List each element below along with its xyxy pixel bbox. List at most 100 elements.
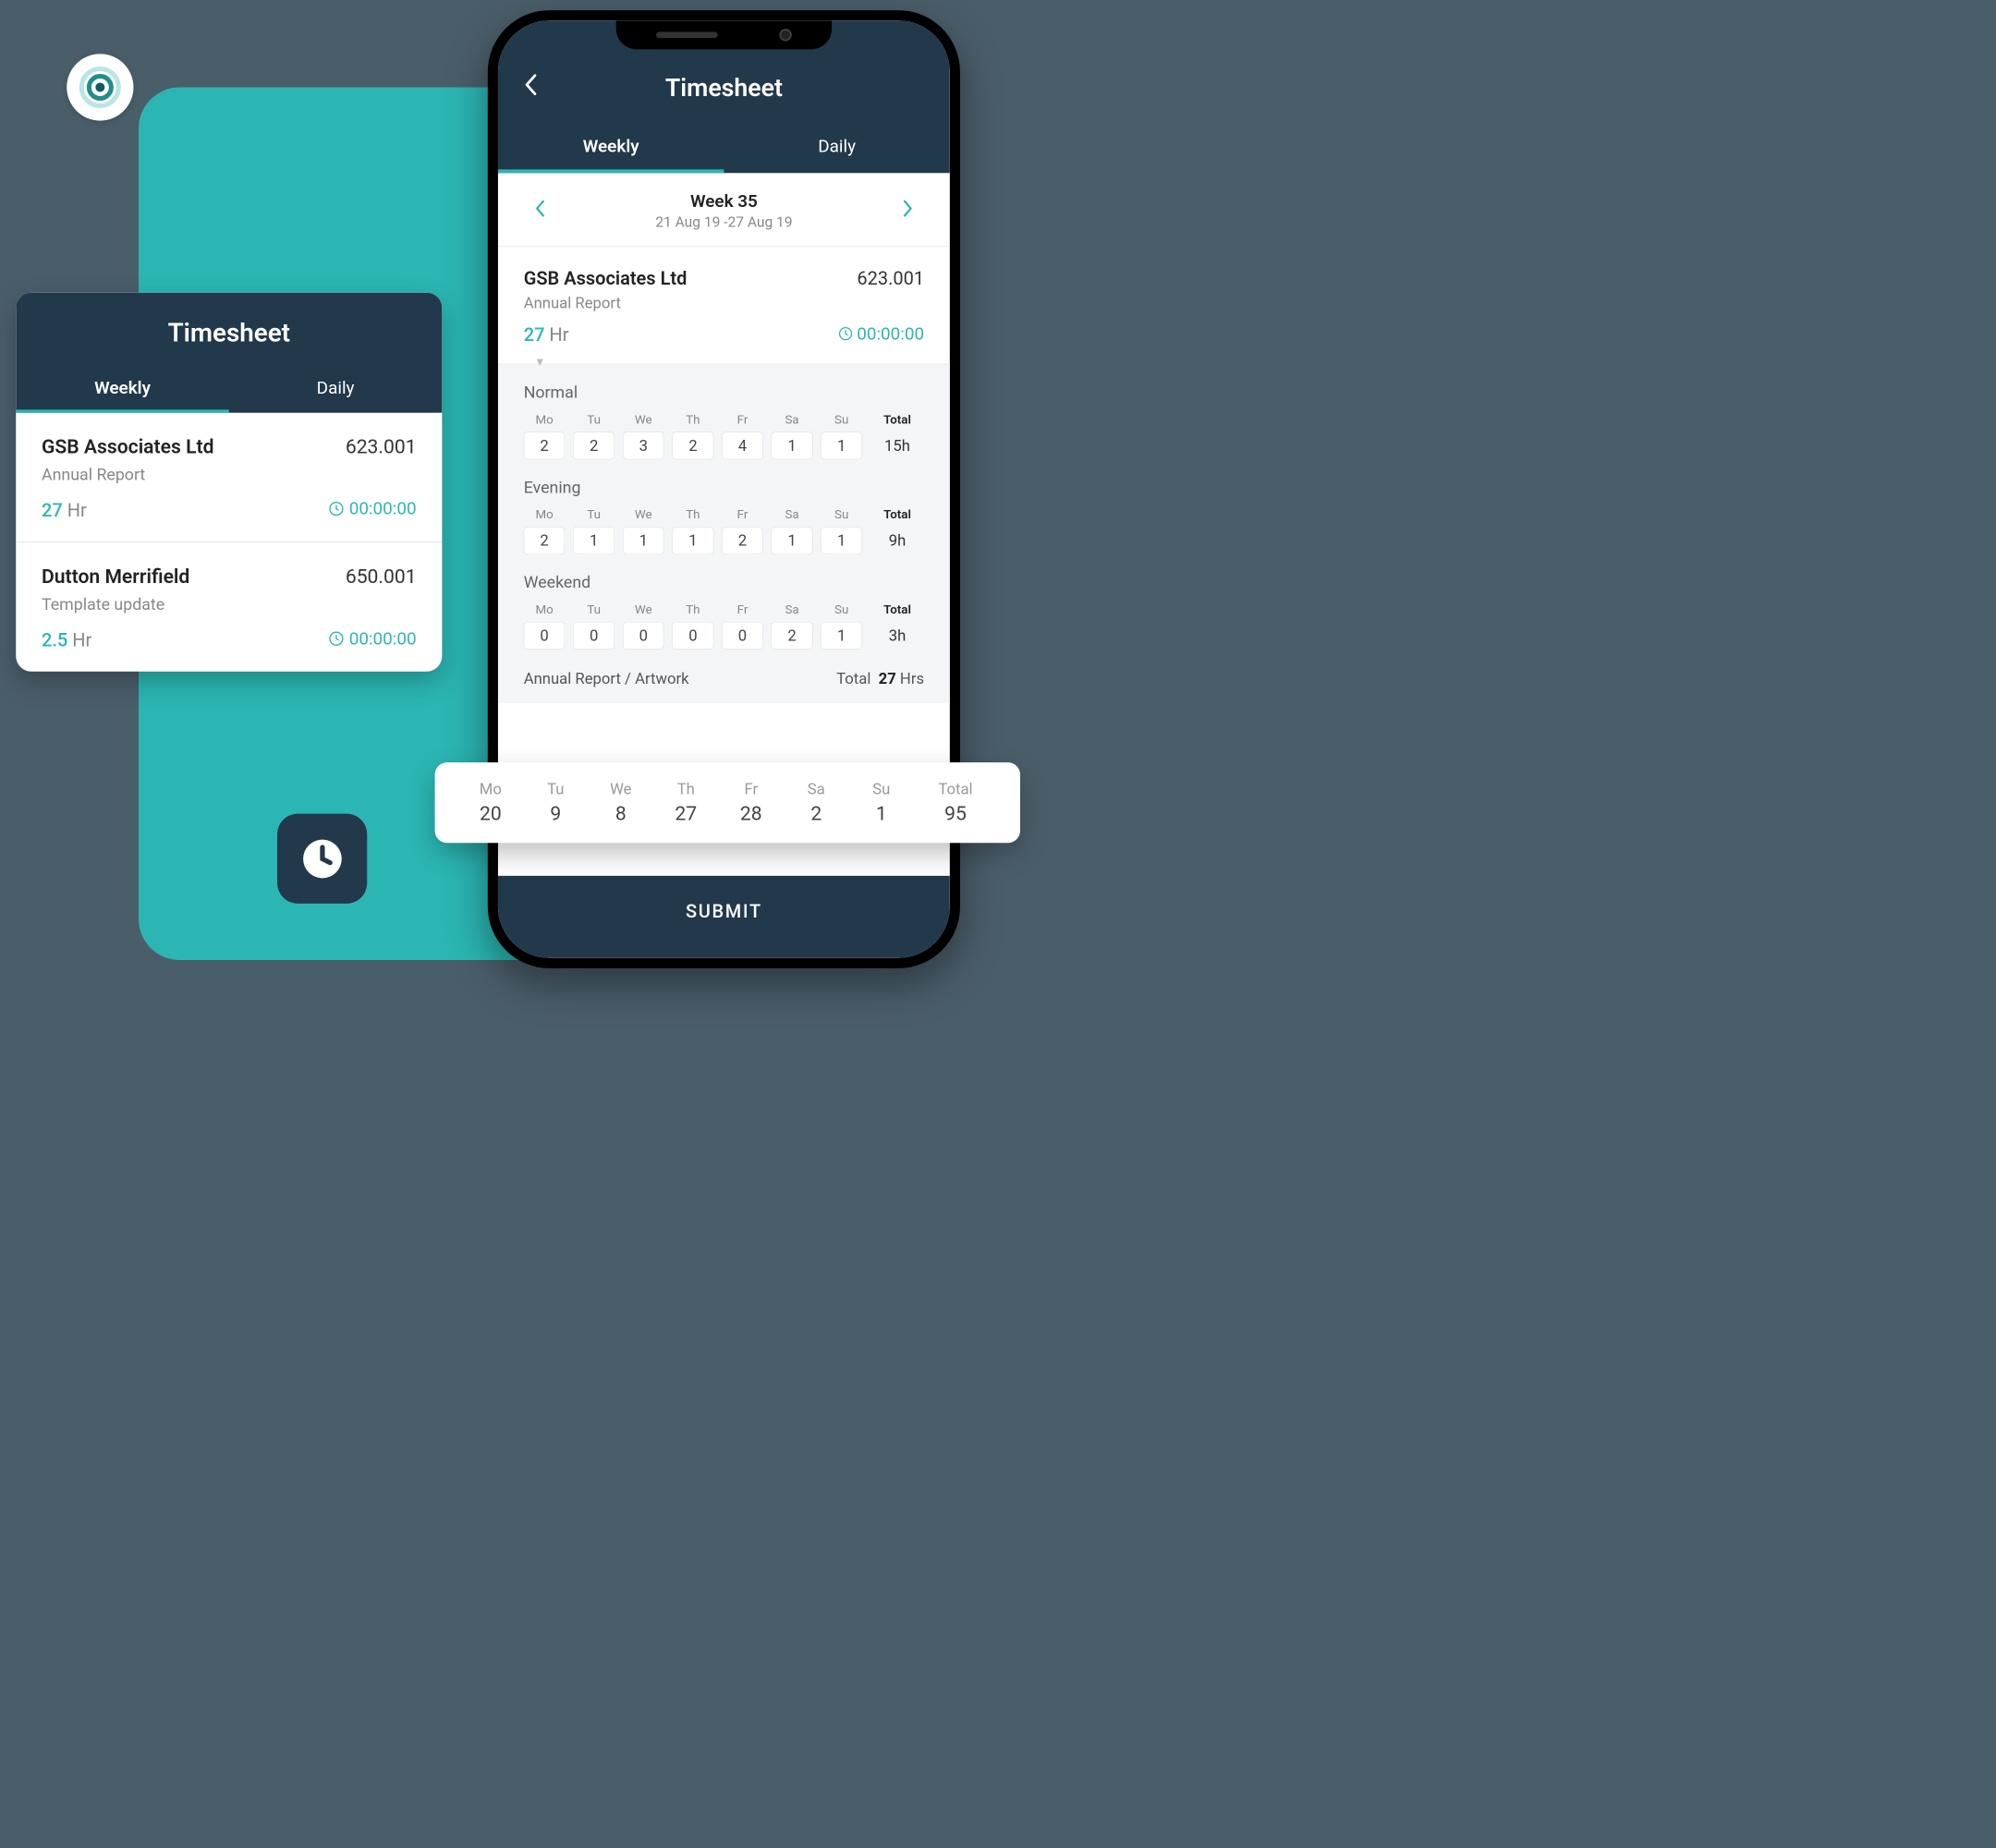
- hours-input[interactable]: 1: [772, 432, 813, 459]
- entry-description: Template update: [42, 594, 417, 614]
- hours-input[interactable]: 3: [623, 432, 664, 459]
- day-column: Mo 2: [524, 507, 566, 554]
- entry-timer[interactable]: 00:00:00: [838, 323, 924, 344]
- summary-day-column: Fr28: [721, 781, 781, 825]
- total-label: Total: [917, 781, 994, 798]
- day-abbr: Fr: [721, 781, 781, 798]
- hours-input[interactable]: 2: [673, 432, 714, 459]
- timesheet-card-tabs: Weekly Daily: [16, 369, 442, 413]
- entry-timer[interactable]: 00:00:00: [329, 498, 417, 518]
- day-abbr: Mo: [524, 507, 566, 522]
- day-column: We0: [623, 602, 664, 650]
- camera-icon: [779, 29, 791, 41]
- hours-input[interactable]: 2: [772, 622, 813, 650]
- entry-code: 650.001: [346, 565, 417, 588]
- entry-hours: 27 Hr: [524, 324, 569, 346]
- hours-input[interactable]: 0: [722, 622, 763, 650]
- day-column: Sa 1: [772, 507, 813, 554]
- entry-hours: 2.5 Hr: [42, 629, 91, 650]
- day-abbr: Th: [673, 507, 714, 522]
- hours-input[interactable]: 0: [524, 622, 566, 650]
- next-week-button[interactable]: [903, 199, 914, 223]
- clock-icon: [299, 835, 346, 881]
- submit-button[interactable]: SUBMIT: [498, 876, 950, 958]
- total-label: Total: [870, 507, 924, 522]
- summary-day-column: Tu9: [526, 781, 586, 825]
- timesheet-entry[interactable]: Dutton Merrifield 650.001 Template updat…: [16, 542, 442, 671]
- day-abbr: We: [590, 781, 651, 798]
- tab-weekly[interactable]: Weekly: [498, 123, 724, 173]
- day-abbr: Tu: [526, 781, 586, 798]
- day-column: Tu 1: [573, 507, 615, 554]
- hours-sections: NormalMo2Tu2We3Th2Fr4Sa1Su1Total15hEveni…: [498, 364, 950, 703]
- day-column: Tu 0: [573, 602, 615, 650]
- hours-input[interactable]: 1: [821, 432, 862, 459]
- week-nav: Week 35 21 Aug 19 -27 Aug 19: [498, 173, 950, 247]
- hours-input[interactable]: 1: [673, 527, 714, 554]
- hours-input[interactable]: 2: [573, 432, 615, 459]
- day-column: Fr4: [722, 412, 763, 459]
- summary-day-column: Su1: [851, 781, 911, 825]
- week-label: Week 35: [655, 191, 792, 212]
- total-value: 9h: [870, 527, 924, 554]
- hours-input[interactable]: 1: [573, 527, 615, 554]
- hours-input[interactable]: 0: [573, 622, 615, 650]
- timesheet-entry[interactable]: GSB Associates Ltd 623.001 Annual Report…: [16, 413, 442, 543]
- total-label: Total: [870, 602, 924, 617]
- day-column: Sa2: [772, 602, 813, 650]
- section-label: Weekend: [524, 572, 924, 591]
- day-abbr: We: [623, 412, 664, 427]
- clock-icon: [838, 326, 853, 341]
- total-column: Total 9h: [870, 507, 924, 554]
- entry-code: 623.001: [857, 267, 924, 288]
- hours-input[interactable]: 0: [623, 622, 664, 650]
- day-abbr: Su: [821, 507, 862, 522]
- day-column: Tu2: [573, 412, 615, 459]
- chevron-down-icon: ▾: [537, 354, 543, 370]
- day-column: We 3: [623, 412, 664, 459]
- summary-day-column: Sa2: [786, 781, 846, 825]
- entry-timer[interactable]: 00:00:00: [329, 628, 417, 649]
- day-abbr: Sa: [772, 507, 813, 522]
- entry-code: 623.001: [346, 436, 417, 458]
- day-abbr: Th: [673, 602, 714, 617]
- day-abbr: Tu: [573, 507, 615, 522]
- summary-value: 20: [460, 802, 520, 824]
- day-abbr: Mo: [524, 602, 566, 617]
- day-column: Su1: [821, 602, 862, 650]
- total-value: 15h: [870, 432, 924, 459]
- timesheet-card: Timesheet Weekly Daily GSB Associates Lt…: [16, 293, 442, 672]
- back-button[interactable]: [524, 73, 539, 103]
- day-abbr: Fr: [722, 602, 763, 617]
- hours-input[interactable]: 1: [772, 527, 813, 554]
- hours-input[interactable]: 2: [722, 527, 763, 554]
- chevron-left-icon: [524, 73, 539, 95]
- hours-input[interactable]: 4: [722, 432, 763, 459]
- entry-client-name: Dutton Merrifield: [42, 565, 189, 588]
- hours-input[interactable]: 1: [821, 622, 862, 650]
- day-column: Fr2: [722, 507, 763, 554]
- hours-section: WeekendMo0Tu0We0Th0Fr0Sa2Su1Total3h: [524, 554, 924, 650]
- hours-input[interactable]: 2: [524, 432, 566, 459]
- chevron-left-icon: [534, 200, 545, 218]
- day-grid: Mo2Tu1We1Th1Fr2Sa1Su1Total9h: [524, 507, 924, 554]
- phone-entry[interactable]: GSB Associates Ltd 623.001 Annual Report…: [498, 247, 950, 364]
- hours-input[interactable]: 0: [673, 622, 714, 650]
- summary-total-column: Total 95: [917, 781, 994, 825]
- hours-input[interactable]: 1: [623, 527, 664, 554]
- hours-input[interactable]: 2: [524, 527, 566, 554]
- hours-input[interactable]: 1: [821, 527, 862, 554]
- prev-week-button[interactable]: [534, 199, 545, 223]
- tab-daily[interactable]: Daily: [724, 123, 949, 173]
- day-column: Fr 0: [722, 602, 763, 650]
- tab-weekly[interactable]: Weekly: [16, 369, 229, 413]
- total-label: Total: [870, 412, 924, 427]
- chevron-right-icon: [903, 200, 914, 218]
- tab-daily[interactable]: Daily: [229, 369, 443, 413]
- entry-description: Annual Report: [524, 294, 924, 311]
- day-grid: Mo0Tu0We0Th0Fr0Sa2Su1Total3h: [524, 602, 924, 650]
- summary-total: Total 27 Hrs: [836, 670, 924, 687]
- day-column: Sa1: [772, 412, 813, 459]
- day-abbr: Tu: [573, 602, 615, 617]
- summary-total: 95: [917, 802, 994, 824]
